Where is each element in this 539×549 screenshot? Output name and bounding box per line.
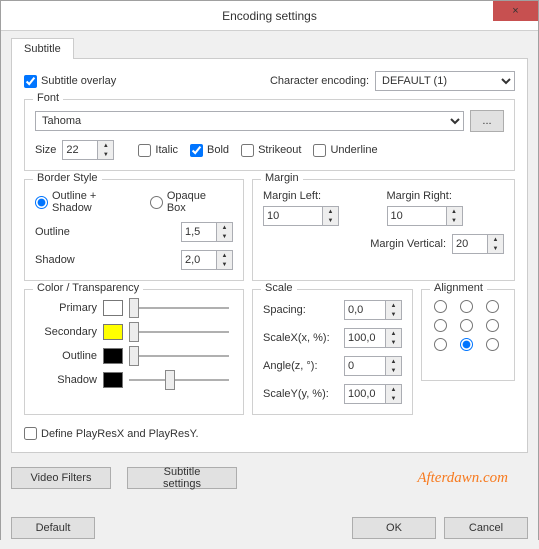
shadow-swatch[interactable]	[103, 372, 123, 388]
outline-swatch[interactable]	[103, 348, 123, 364]
outline-slider[interactable]	[129, 355, 229, 357]
subtitle-settings-button[interactable]: Subtitle settings	[127, 467, 237, 489]
margin-left-spinner[interactable]: ▲▼	[263, 206, 381, 226]
spin-down-icon[interactable]: ▼	[217, 260, 232, 269]
alignment-radio-7[interactable]	[458, 338, 478, 351]
tab-subtitle[interactable]: Subtitle	[11, 38, 74, 59]
spin-down-icon[interactable]: ▼	[98, 150, 113, 159]
spin-up-icon[interactable]: ▲	[323, 207, 338, 216]
scaley-spinner[interactable]: ▲▼	[344, 384, 402, 404]
spin-down-icon[interactable]: ▼	[447, 216, 462, 225]
spin-down-icon[interactable]: ▼	[386, 338, 401, 347]
font-group: Font Tahoma ... Size ▲▼ Italic Bold Stri…	[24, 99, 515, 171]
subtitle-overlay-checkbox[interactable]: Subtitle overlay	[24, 75, 116, 88]
angle-spinner[interactable]: ▲▼	[344, 356, 402, 376]
alignment-group: Alignment	[421, 289, 515, 381]
alignment-radio-6[interactable]	[432, 338, 452, 351]
margin-right-spinner[interactable]: ▲▼	[387, 206, 505, 226]
close-button[interactable]: ×	[493, 1, 538, 21]
shadow-spinner[interactable]: ▲▼	[181, 250, 233, 270]
scalex-spinner[interactable]: ▲▼	[344, 328, 402, 348]
tab-bar: Subtitle	[11, 37, 528, 59]
outline-shadow-radio[interactable]: Outline + Shadow	[35, 190, 138, 214]
font-browse-button[interactable]: ...	[470, 110, 504, 132]
spin-down-icon[interactable]: ▼	[386, 310, 401, 319]
primary-slider[interactable]	[129, 307, 229, 309]
close-icon: ×	[512, 5, 518, 17]
alignment-radio-3[interactable]	[432, 319, 452, 332]
default-button[interactable]: Default	[11, 517, 95, 539]
bold-checkbox[interactable]: Bold	[190, 144, 229, 157]
spin-up-icon[interactable]: ▲	[386, 301, 401, 310]
opaque-box-radio[interactable]: Opaque Box	[150, 190, 227, 214]
border-group: Border Style Outline + Shadow Opaque Box…	[24, 179, 244, 281]
spin-down-icon[interactable]: ▼	[386, 394, 401, 403]
spin-down-icon[interactable]: ▼	[323, 216, 338, 225]
spin-up-icon[interactable]: ▲	[447, 207, 462, 216]
font-select[interactable]: Tahoma	[35, 111, 464, 131]
secondary-swatch[interactable]	[103, 324, 123, 340]
spin-up-icon[interactable]: ▲	[386, 357, 401, 366]
shadow-slider[interactable]	[129, 379, 229, 381]
outline-spinner[interactable]: ▲▼	[181, 222, 233, 242]
alignment-radio-8[interactable]	[484, 338, 504, 351]
secondary-slider[interactable]	[129, 331, 229, 333]
underline-checkbox[interactable]: Underline	[313, 144, 377, 157]
overlay-label: Subtitle overlay	[41, 75, 116, 87]
alignment-radio-0[interactable]	[432, 300, 452, 313]
title-bar: Encoding settings ×	[1, 1, 538, 31]
spin-up-icon[interactable]: ▲	[488, 235, 503, 244]
alignment-radio-2[interactable]	[484, 300, 504, 313]
scale-group: Scale Spacing:▲▼ ScaleX(x, %):▲▼ Angle(z…	[252, 289, 413, 415]
window-title: Encoding settings	[222, 9, 317, 23]
alignment-radio-4[interactable]	[458, 319, 478, 332]
spin-up-icon[interactable]: ▲	[217, 223, 232, 232]
spin-up-icon[interactable]: ▲	[217, 251, 232, 260]
spin-down-icon[interactable]: ▼	[488, 244, 503, 253]
size-spinner[interactable]: ▲▼	[62, 140, 114, 160]
encoding-label: Character encoding:	[270, 75, 369, 87]
watermark: Afterdawn.com	[417, 470, 508, 487]
italic-checkbox[interactable]: Italic	[138, 144, 178, 157]
spacing-spinner[interactable]: ▲▼	[344, 300, 402, 320]
margin-group: Margin Margin Left: ▲▼ Margin Right: ▲▼ …	[252, 179, 515, 281]
spin-up-icon[interactable]: ▲	[386, 329, 401, 338]
ok-button[interactable]: OK	[352, 517, 436, 539]
size-label: Size	[35, 144, 56, 156]
encoding-select[interactable]: DEFAULT (1)	[375, 71, 515, 91]
size-input[interactable]	[62, 140, 98, 160]
margin-vertical-spinner[interactable]: ▲▼	[452, 234, 504, 254]
spin-up-icon[interactable]: ▲	[386, 385, 401, 394]
strikeout-checkbox[interactable]: Strikeout	[241, 144, 301, 157]
playres-checkbox[interactable]: Define PlayResX and PlayResY.	[24, 427, 199, 440]
overlay-cb-input[interactable]	[24, 75, 37, 88]
alignment-grid	[432, 300, 504, 351]
alignment-radio-5[interactable]	[484, 319, 504, 332]
primary-swatch[interactable]	[103, 300, 123, 316]
alignment-radio-1[interactable]	[458, 300, 478, 313]
cancel-button[interactable]: Cancel	[444, 517, 528, 539]
color-group: Color / Transparency Primary Secondary O…	[24, 289, 244, 415]
font-legend: Font	[33, 92, 63, 104]
spin-down-icon[interactable]: ▼	[386, 366, 401, 375]
spin-down-icon[interactable]: ▼	[217, 232, 232, 241]
spin-up-icon[interactable]: ▲	[98, 141, 113, 150]
video-filters-button[interactable]: Video Filters	[11, 467, 111, 489]
